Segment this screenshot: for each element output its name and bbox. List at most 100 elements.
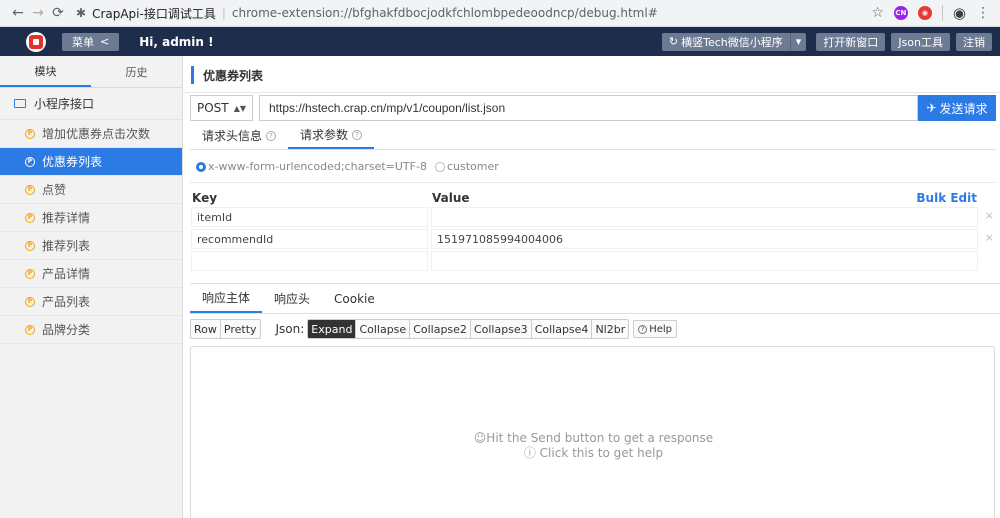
param-value-field[interactable]	[431, 207, 978, 227]
response-placeholder: ☺Hit the Send button to get a response ⓘ…	[191, 431, 996, 461]
miniprogram-label: 横竖Tech微信小程序	[681, 35, 783, 49]
sidebar-item-product-detail[interactable]: P 产品详情	[0, 260, 182, 288]
sidebar-item-brand-category[interactable]: P 品牌分类	[0, 316, 182, 344]
sidebar-item-recommend-list[interactable]: P 推荐列表	[0, 232, 182, 260]
browser-tab-title: CrapApi-接口调试工具	[92, 6, 216, 21]
collapse3-button[interactable]: Collapse3	[470, 320, 532, 338]
account-icon[interactable]: ◉	[953, 4, 966, 22]
tab-response-headers[interactable]: 响应头	[262, 284, 322, 313]
tab-history[interactable]: 历史	[91, 56, 182, 87]
p-badge-icon: P	[25, 240, 35, 251]
record-extension-icon[interactable]: ◉	[917, 6, 932, 20]
tab-response-body[interactable]: 响应主体	[190, 284, 263, 313]
chevron-down-icon[interactable]: ▾	[789, 32, 807, 51]
remove-row-icon[interactable]: ×	[985, 209, 994, 222]
p-badge-icon: P	[25, 212, 35, 223]
help-label: Help	[649, 323, 673, 335]
method-value: POST	[197, 101, 229, 115]
more-icon[interactable]: ⋮	[976, 5, 990, 21]
sidebar-item-like[interactable]: P 点赞	[0, 176, 182, 204]
back-icon[interactable]: ←	[8, 5, 28, 21]
sidebar-group-label: 小程序接口	[34, 97, 95, 111]
collapse4-button[interactable]: Collapse4	[531, 320, 593, 338]
question-icon: ?	[638, 324, 648, 334]
send-button[interactable]: ✈ 发送请求	[918, 95, 996, 121]
param-key-field[interactable]: itemId	[191, 207, 428, 227]
section-divider	[190, 182, 996, 183]
json-mode-group: Expand Collapse Collapse2 Collapse3 Coll…	[307, 319, 630, 339]
p-badge-icon: P	[25, 268, 35, 279]
miniprogram-button[interactable]: ↻ 横竖Tech微信小程序	[661, 32, 790, 51]
send-hint: ☺Hit the Send button to get a response	[473, 431, 714, 445]
app-logo	[26, 31, 46, 52]
help-hint-link[interactable]: ⓘ Click this to get help	[191, 446, 996, 461]
key-column-header: Key	[192, 191, 218, 205]
star-icon[interactable]: ☆	[871, 5, 884, 21]
collapse-button[interactable]: Collapse	[356, 320, 411, 338]
send-label: 发送请求	[939, 101, 988, 116]
param-value-field[interactable]	[431, 251, 978, 271]
expand-button[interactable]: Expand	[308, 320, 357, 338]
sidebar: 模块 历史 小程序接口 P 增加优惠券点击次数 P 优惠券列表 P 点赞 P 推…	[0, 56, 183, 518]
kv-row: itemId ×	[190, 207, 996, 229]
tab-modules[interactable]: 模块	[0, 56, 91, 87]
nl2br-button[interactable]: Nl2br	[592, 320, 629, 338]
p-badge-icon: P	[25, 184, 35, 195]
main-panel: 优惠券列表 POST ▲▼ ✈ 发送请求 请求头信息 ? 请求参数 ? x-ww…	[183, 56, 1000, 518]
cn-extension-icon[interactable]: CN	[893, 6, 908, 20]
toolbar-divider	[941, 5, 943, 21]
folder-icon	[14, 99, 26, 108]
radio-label: x-www-form-urlencoded;charset=UTF-8	[208, 160, 427, 173]
address-separator: |	[221, 6, 226, 20]
kv-row: recommendId 151971085994004006 ×	[190, 229, 996, 251]
p-badge-icon: P	[25, 324, 35, 335]
row-button[interactable]: Row	[191, 320, 221, 338]
logout-button[interactable]: 注销	[956, 32, 992, 51]
sidebar-item-add-coupon-clicks[interactable]: P 增加优惠券点击次数	[0, 120, 182, 148]
question-icon: ?	[352, 129, 363, 140]
tab-request-headers[interactable]: 请求头信息 ?	[190, 122, 288, 149]
sidebar-item-label: 推荐详情	[42, 211, 91, 225]
miniprogram-button-group: ↻ 横竖Tech微信小程序 ▾	[661, 32, 810, 51]
radio-form-urlencoded[interactable]	[196, 161, 206, 172]
param-key-field[interactable]	[191, 251, 428, 271]
page-title: 优惠券列表	[191, 66, 263, 84]
select-arrows-icon: ▲▼	[233, 103, 246, 113]
view-mode-group: Row Pretty	[190, 319, 261, 339]
extension-icon: ✱	[76, 6, 87, 20]
param-key-field[interactable]: recommendId	[191, 229, 428, 249]
tab-request-params[interactable]: 请求参数 ?	[288, 122, 375, 149]
p-badge-icon: P	[25, 156, 35, 167]
radio-customer[interactable]	[434, 161, 445, 172]
sidebar-item-label: 优惠券列表	[42, 155, 103, 169]
collapse2-button[interactable]: Collapse2	[410, 320, 471, 338]
open-new-window-button[interactable]: 打开新窗口	[816, 32, 886, 51]
sidebar-item-coupon-list[interactable]: P 优惠券列表	[0, 148, 182, 176]
browser-toolbar: ← → ⟳ ✱ CrapApi-接口调试工具 | chrome-extensio…	[0, 0, 1000, 27]
method-select[interactable]: POST ▲▼	[190, 95, 253, 121]
sidebar-group-miniprogram[interactable]: 小程序接口	[0, 88, 182, 120]
sidebar-item-label: 增加优惠券点击次数	[42, 127, 151, 141]
reload-icon[interactable]: ⟳	[48, 5, 68, 21]
remove-row-icon[interactable]: ×	[985, 231, 994, 244]
json-label: Json:	[275, 322, 305, 336]
forward-icon[interactable]: →	[28, 5, 48, 21]
content-type-options: x-www-form-urlencoded;charset=UTF-8 cust…	[196, 160, 499, 173]
sidebar-item-recommend-detail[interactable]: P 推荐详情	[0, 204, 182, 232]
sidebar-item-label: 产品列表	[42, 295, 91, 309]
menu-button[interactable]: 菜单 <	[62, 32, 120, 51]
pretty-button[interactable]: Pretty	[220, 320, 260, 338]
param-value-field[interactable]: 151971085994004006	[431, 229, 978, 249]
value-column-header: Value	[432, 191, 470, 205]
sidebar-item-label: 推荐列表	[42, 239, 91, 253]
bulk-edit-link[interactable]: Bulk Edit	[916, 191, 977, 205]
address-bar[interactable]: ✱ CrapApi-接口调试工具 | chrome-extension://bf…	[76, 5, 871, 22]
sidebar-item-product-list[interactable]: P 产品列表	[0, 288, 182, 316]
tab-cookie[interactable]: Cookie	[322, 284, 387, 313]
help-button[interactable]: ? Help	[633, 320, 678, 338]
json-tool-button[interactable]: Json工具	[891, 32, 950, 51]
tab-label: 请求参数	[300, 128, 349, 142]
url-input[interactable]	[259, 95, 918, 121]
send-icon: ✈	[926, 101, 937, 115]
response-area[interactable]: ☺Hit the Send button to get a response ⓘ…	[190, 346, 995, 518]
